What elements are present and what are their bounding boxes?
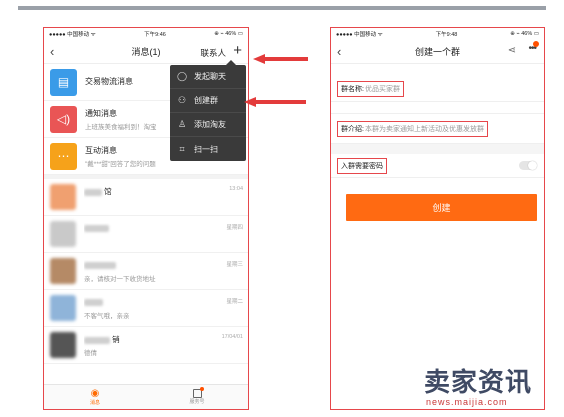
carrier-label: ●●●●● 中国移动 ᯤ — [49, 32, 96, 38]
package-icon: ▤ — [50, 68, 77, 96]
chat-bubble-icon: ◯ — [176, 71, 188, 81]
page-title: 消息(1) — [131, 47, 161, 57]
tab-service-label: 服务号 — [189, 399, 205, 405]
conversation-item[interactable]: 不客气哦，亲亲 星期二 — [44, 290, 248, 327]
conversation-time: 星期三 — [226, 262, 243, 268]
conversation-time: 13:04 — [229, 186, 243, 192]
dropdown-item[interactable]: ⚇ 创建群 — [170, 89, 246, 113]
status-bar: ●●●●● 中国移动 ᯤ 下午9:46 ⊕ ⌁ 46% ▭ — [44, 28, 248, 40]
watermark-domain: news.maijia.com — [426, 397, 508, 407]
dropdown-item-label: 扫一扫 — [194, 144, 218, 154]
section-gap — [331, 144, 544, 154]
back-icon[interactable]: ‹ — [50, 44, 54, 59]
contact-name: 销 — [112, 335, 120, 344]
tab-messages[interactable]: ◉ 消息 — [44, 385, 146, 409]
watermark-brand: 卖家资讯 — [424, 367, 533, 397]
create-group-screen: ●●●●● 中国移动 ᯤ 下午9:48 ⊕ ⌁ 46% ▭ ‹ 创建一个群 ⋖ … — [330, 27, 545, 410]
notification-badge — [533, 41, 539, 47]
avatar — [50, 184, 76, 210]
watermark: 卖家资讯 news.maijia.com — [424, 367, 564, 417]
share-icon[interactable]: ⋖ — [508, 45, 516, 56]
plus-dropdown-menu: ◯ 发起聊天 ⚇ 创建群 ♙ 添加淘友 ⌗ 扫一扫 — [170, 60, 246, 161]
conversation-list: 馆 13:04 星期四 亲，请核对一下收货地址 星期三 不客气哦，亲亲 星期二 … — [44, 179, 248, 364]
annotation-arrow-plus — [253, 54, 308, 64]
conversation-preview: 亲，请核对一下收货地址 — [84, 276, 156, 282]
service-tab-icon — [192, 387, 204, 398]
conversation-item[interactable]: 星期四 — [44, 216, 248, 253]
dropdown-item-label: 发起聊天 — [194, 72, 226, 81]
group-intro-label: 群介绍: — [341, 125, 364, 133]
group-name-label: 群名称: — [341, 85, 364, 93]
avatar — [50, 221, 76, 247]
status-time: 下午9:48 — [435, 32, 458, 38]
avatar — [50, 295, 76, 321]
create-button[interactable]: 创建 — [346, 194, 537, 221]
blurred-name — [84, 298, 103, 306]
conversation-item[interactable]: 馆 13:04 — [44, 179, 248, 216]
group-name-highlight: 群名称: 优品买家群 — [337, 80, 404, 97]
annotation-arrow-create-group — [244, 97, 306, 107]
contacts-button[interactable]: 联系人 — [200, 47, 226, 59]
bottom-tab-bar: ◉ 消息 服务号 — [44, 384, 248, 409]
dropdown-item-label: 添加淘友 — [194, 120, 226, 129]
dropdown-item-label: 创建群 — [194, 96, 218, 105]
message-title: 交易物流消息 — [85, 76, 133, 86]
chat-icon: ⋯ — [50, 142, 77, 170]
messages-nav-bar: ‹ 消息(1) 联系人 + — [44, 40, 248, 64]
contact-name: 馆 — [104, 187, 112, 196]
speaker-icon: ◁) — [50, 105, 77, 133]
message-title: 互动消息 — [85, 145, 117, 155]
group-icon: ⚇ — [177, 95, 187, 105]
scan-icon: ⌗ — [179, 143, 185, 154]
conversation-time: 星期四 — [226, 225, 243, 231]
group-intro-input[interactable]: 本群为卖家通知上新活动及优惠发放群 — [365, 124, 484, 134]
conversation-time: 17/04/01 — [221, 334, 243, 340]
conversation-item[interactable]: 销 德倩 17/04/01 — [44, 327, 248, 364]
blurred-name — [84, 261, 116, 269]
dropdown-item[interactable]: ♙ 添加淘友 — [170, 113, 246, 137]
password-toggle[interactable] — [519, 161, 537, 170]
message-preview: "戴***甜"回答了您的问题 — [85, 160, 156, 168]
group-name-input[interactable]: 优品买家群 — [365, 84, 400, 94]
conversation-time: 星期二 — [226, 299, 243, 305]
message-preview: 上班族美食福利到！淘宝 — [85, 123, 157, 131]
conversation-preview: 不客气哦，亲亲 — [84, 313, 130, 319]
dropdown-pointer — [226, 60, 236, 65]
blurred-name — [84, 188, 102, 196]
password-row: 入群需要密码 — [331, 154, 544, 178]
tab-messages-label: 消息 — [89, 400, 100, 406]
add-friend-icon: ♙ — [177, 119, 187, 129]
password-label: 入群需要密码 — [341, 162, 383, 170]
group-intro-highlight: 群介绍: 本群为卖家通知上新活动及优惠发放群 — [337, 120, 488, 137]
page-title: 创建一个群 — [414, 47, 460, 57]
dropdown-item[interactable]: ◯ 发起聊天 — [170, 65, 246, 89]
avatar — [50, 332, 76, 358]
battery-indicator: ⊕ ⌁ 46% ▭ — [510, 31, 539, 37]
blurred-name — [84, 224, 109, 232]
back-icon[interactable]: ‹ — [337, 44, 341, 59]
password-highlight: 入群需要密码 — [337, 157, 387, 174]
group-intro-field[interactable]: 群介绍: 本群为卖家通知上新活动及优惠发放群 — [331, 114, 544, 144]
conversation-item[interactable]: 亲，请核对一下收货地址 星期三 — [44, 253, 248, 290]
dropdown-item[interactable]: ⌗ 扫一扫 — [170, 137, 246, 161]
unread-dot — [199, 387, 204, 391]
status-bar: ●●●●● 中国移动 ᯤ 下午9:48 ⊕ ⌁ 46% ▭ — [331, 28, 544, 40]
group-name-field[interactable]: 群名称: 优品买家群 — [331, 76, 544, 102]
plus-icon[interactable]: + — [233, 42, 242, 59]
avatar — [50, 258, 76, 284]
top-divider-bar — [18, 6, 546, 10]
tab-service[interactable]: 服务号 — [146, 385, 248, 409]
blurred-name — [84, 336, 110, 344]
battery-indicator: ⊕ ⌁ 46% ▭ — [214, 31, 243, 37]
create-group-nav-bar: ‹ 创建一个群 ⋖ ••• — [331, 40, 544, 64]
status-time: 下午9:46 — [144, 32, 166, 38]
conversation-preview: 德倩 — [84, 350, 97, 356]
carrier-label: ●●●●● 中国移动 ᯤ — [336, 32, 383, 38]
message-title: 通知消息 — [85, 108, 117, 118]
message-tab-icon: ◉ — [90, 388, 100, 399]
